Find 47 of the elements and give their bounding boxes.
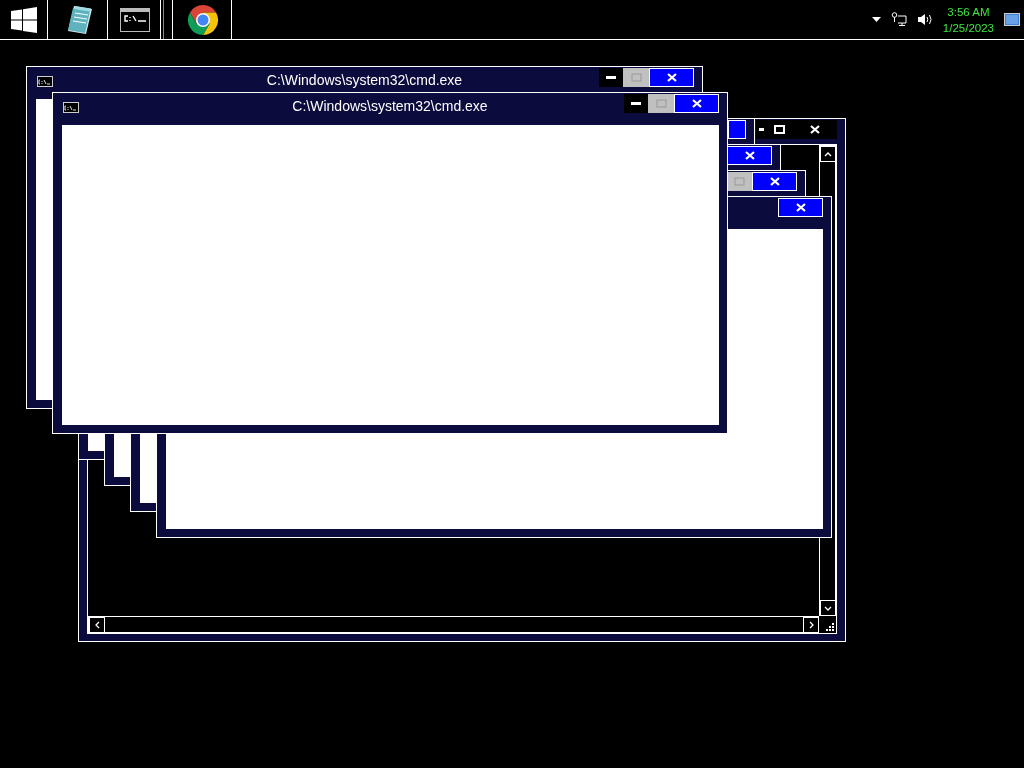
close-button[interactable] (649, 68, 694, 87)
maximize-icon (630, 73, 642, 82)
minimize-button[interactable] (599, 68, 623, 87)
resize-grip-icon[interactable] (825, 622, 834, 631)
close-icon (795, 203, 806, 212)
console-icon (37, 76, 53, 87)
maximize-icon (773, 125, 785, 134)
close-button[interactable] (674, 94, 719, 113)
close-button[interactable] (752, 172, 797, 191)
chevron-left-icon (94, 621, 100, 629)
close-button[interactable] (778, 198, 823, 217)
window-title: C:\Windows\system32\cmd.exe (266, 72, 463, 88)
scroll-right-button[interactable] (803, 617, 819, 633)
close-icon (769, 177, 780, 186)
chevron-up-icon (824, 151, 832, 157)
scroll-down-button[interactable] (820, 600, 836, 616)
close-icon (691, 99, 702, 108)
scroll-up-button[interactable] (820, 146, 836, 162)
taskbar-grip[interactable] (163, 0, 173, 39)
scroll-left-button[interactable] (89, 617, 105, 633)
speaker-icon[interactable] (916, 13, 933, 26)
console-icon (63, 102, 79, 113)
maximize-icon (733, 177, 745, 186)
maximize-icon (655, 99, 667, 108)
close-icon (666, 73, 677, 82)
chevron-right-icon (808, 621, 814, 629)
close-icon (809, 125, 820, 134)
show-desktop-icon[interactable] (1004, 13, 1020, 26)
minimize-icon (606, 76, 616, 79)
close-icon (744, 151, 755, 160)
network-icon[interactable] (890, 12, 907, 27)
tray-expand-icon[interactable] (871, 17, 881, 22)
clock-time: 3:56 AM (946, 4, 991, 20)
close-button[interactable] (728, 120, 746, 139)
minimize-button[interactable] (756, 120, 766, 139)
minimize-icon (631, 102, 641, 105)
windows-logo-icon (10, 6, 37, 33)
minimize-icon (758, 128, 764, 131)
clock-date: 1/25/2023 (942, 20, 994, 36)
chevron-down-icon (824, 605, 832, 611)
close-button[interactable] (792, 120, 837, 139)
console-icon (120, 7, 150, 32)
minimize-button[interactable] (624, 94, 648, 113)
window-title: C:\Windows\system32\cmd.exe (292, 98, 488, 114)
chrome-icon (187, 3, 219, 36)
horizontal-scrollbar[interactable] (88, 616, 819, 633)
close-button[interactable] (727, 146, 772, 165)
